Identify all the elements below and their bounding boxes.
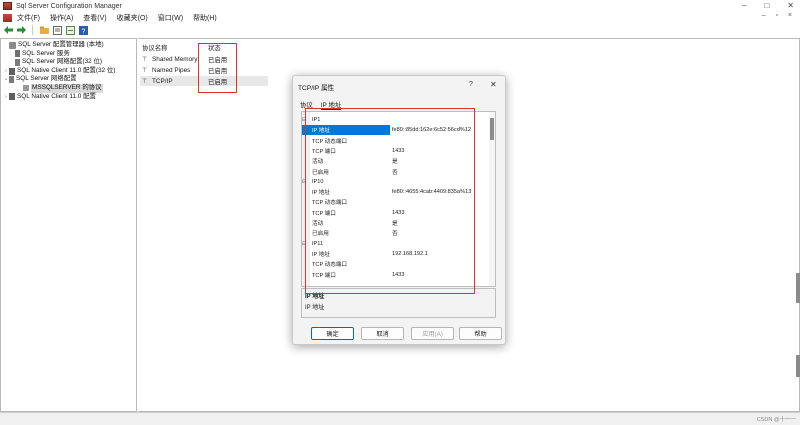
protocol-name: Shared Memory: [152, 55, 198, 63]
back-icon[interactable]: [3, 25, 13, 35]
cancel-button[interactable]: 取消: [361, 327, 404, 340]
toolbar-separator: [32, 25, 33, 35]
protocol-icon: ⊤: [142, 78, 148, 85]
ok-button[interactable]: 确定: [311, 327, 354, 340]
annotation-box-ip: [305, 108, 475, 294]
help-button[interactable]: 帮助: [459, 327, 502, 340]
protocols-icon: [23, 85, 29, 92]
tree-item-services[interactable]: SQL Server 服务: [1, 50, 136, 59]
menu-favorites[interactable]: 收藏夹(O): [117, 13, 148, 23]
scrollbar-thumb[interactable]: [796, 273, 800, 303]
description-text: IP 地址: [305, 305, 325, 311]
tree-item-network-config[interactable]: ⌄ SQL Server 网络配置: [1, 75, 136, 84]
export-icon[interactable]: [65, 25, 75, 35]
app-icon: [3, 2, 12, 10]
dialog-close-button[interactable]: ✕: [490, 80, 497, 89]
property-scrollbar-thumb[interactable]: [490, 118, 494, 140]
tree-item-mssqlserver-protocols[interactable]: MSSQLSERVER 的协议: [1, 83, 136, 93]
annotation-box-status: [198, 43, 237, 93]
title-bar: Sql Server Configuration Manager – □ ✕: [0, 0, 800, 12]
tree-item-label: SQL Server 网络配置: [16, 75, 77, 83]
native-client-icon: [9, 93, 15, 101]
tree-item-label: SQL Server 网络配置(32 位): [22, 58, 103, 66]
tree-item-label: SQL Native Client 11.0 配置: [17, 92, 96, 100]
network-config-icon: [15, 58, 20, 66]
scrollbar-thumb[interactable]: [796, 355, 800, 377]
tree-item-label: SQL Server 服务: [22, 49, 70, 57]
status-bar: CSDN @十一一: [0, 412, 800, 425]
dialog-title: TCP/IP 属性: [298, 85, 335, 92]
tree-item-root[interactable]: SQL Server 配置管理器 (本地): [1, 41, 136, 50]
menu-file[interactable]: 文件(F): [17, 13, 40, 23]
protocol-name: Named Pipes: [152, 66, 191, 74]
protocol-icon: ⊤: [142, 67, 148, 74]
network-config-icon: [9, 76, 14, 84]
window-title: Sql Server Configuration Manager: [16, 2, 122, 10]
tree-item-native-client[interactable]: › SQL Native Client 11.0 配置: [1, 93, 136, 102]
window-controls: – □ ✕: [742, 1, 794, 10]
dialog-help-button[interactable]: ?: [469, 81, 473, 88]
tree-item-label: SQL Server 配置管理器 (本地): [18, 41, 104, 48]
watermark: CSDN @十一一: [756, 417, 796, 423]
console-tree[interactable]: SQL Server 配置管理器 (本地) SQL Server 服务 SQL …: [0, 38, 137, 412]
minimize-button[interactable]: –: [742, 1, 746, 10]
tree-item-label: MSSQLSERVER 的协议: [31, 83, 103, 93]
protocol-icon: ⊤: [142, 56, 148, 63]
maximize-button[interactable]: □: [764, 1, 769, 10]
menu-help[interactable]: 帮助(H): [193, 13, 217, 23]
toolbar: ?: [0, 23, 800, 37]
close-button[interactable]: ✕: [787, 1, 794, 10]
native-client-icon: [9, 67, 15, 75]
menu-window[interactable]: 窗口(W): [158, 13, 183, 23]
forward-icon[interactable]: [16, 25, 26, 35]
apply-button[interactable]: 应用(A): [411, 327, 454, 340]
mdi-controls[interactable]: – ▫ ×: [762, 12, 796, 19]
server-config-icon: [9, 41, 16, 49]
svg-text:?: ?: [81, 28, 85, 35]
up-folder-icon[interactable]: [39, 25, 49, 35]
services-icon: [15, 50, 20, 58]
menu-bar: 文件(F) 操作(A) 查看(V) 收藏夹(O) 窗口(W) 帮助(H) – ▫…: [0, 12, 800, 23]
column-header-name[interactable]: 协议名称: [140, 43, 204, 52]
help-icon[interactable]: ?: [78, 25, 88, 35]
document-icon[interactable]: [3, 13, 12, 22]
menu-view[interactable]: 查看(V): [83, 13, 106, 23]
properties-icon[interactable]: [52, 25, 62, 35]
protocol-name: TCP/IP: [152, 77, 173, 85]
tree-item-network-config-32[interactable]: SQL Server 网络配置(32 位): [1, 58, 136, 67]
menu-action[interactable]: 操作(A): [50, 13, 73, 23]
